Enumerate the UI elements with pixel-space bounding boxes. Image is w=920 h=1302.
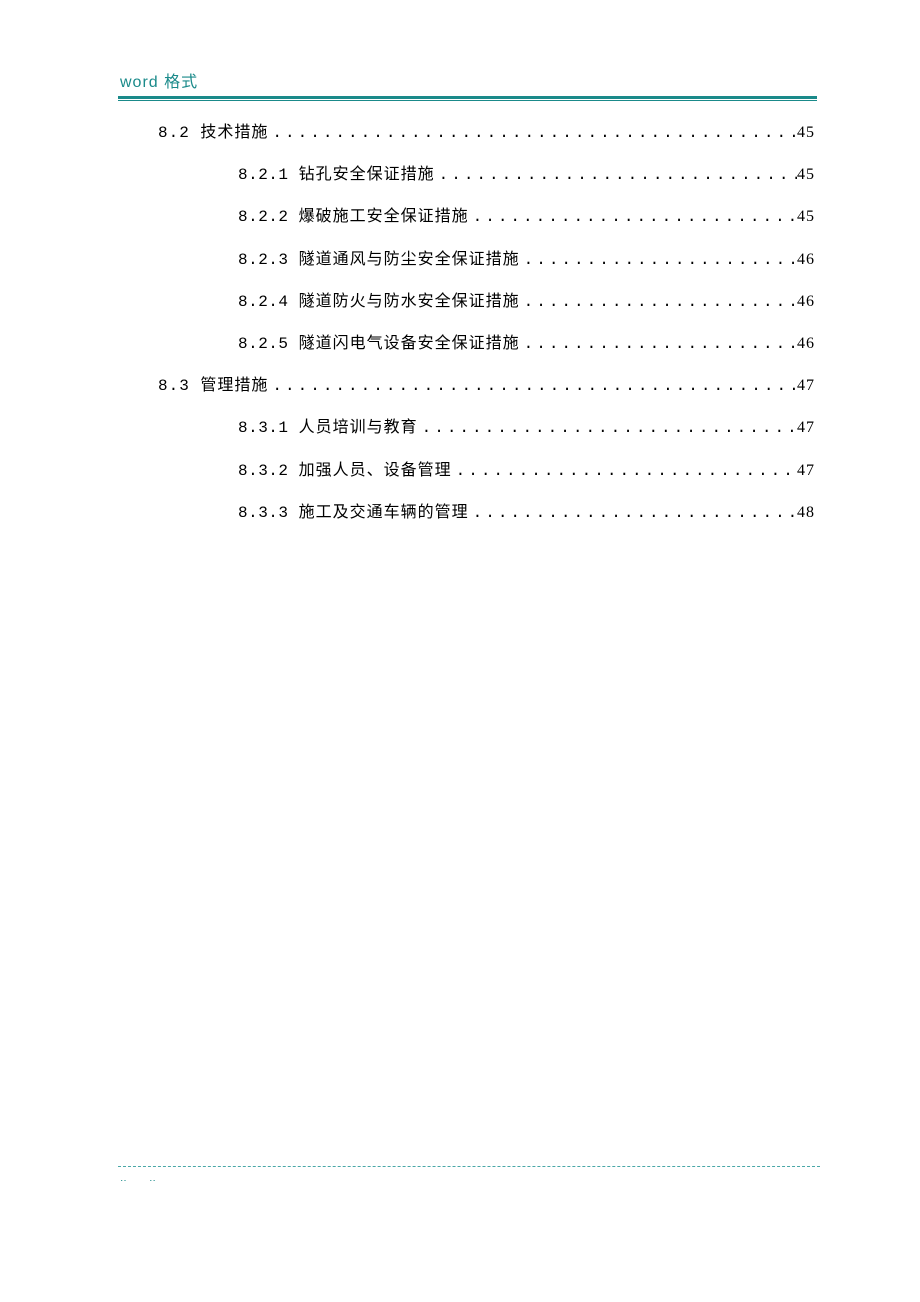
toc-entry: 8.3.3 施工及交通车辆的管理 .......................… [120,503,815,523]
toc-page-number: 46 [797,250,815,269]
toc-entry: 8.2.3 隧道通风与防尘安全保证措施 ....................… [120,250,815,270]
toc-leader-dots: ........................................… [469,208,797,227]
toc-number: 8.3.2 [238,462,299,481]
toc-page-number: 47 [797,461,815,480]
toc-title: 爆破施工安全保证措施 [299,207,469,226]
toc-entry: 8.2.2 爆破施工安全保证措施 .......................… [120,207,815,227]
toc-page-number: 47 [797,418,815,437]
toc-page-number: 46 [797,292,815,311]
toc-entry: 8.2.1 钻孔安全保证措施 .........................… [120,165,815,185]
toc-number: 8.3 [158,377,200,396]
toc-number: 8.2 [158,124,200,143]
toc-title: 隧道通风与防尘安全保证措施 [299,250,520,269]
toc-number: 8.2.5 [238,335,299,354]
toc-entry: 8.2.4 隧道防火与防水安全保证措施 ....................… [120,292,815,312]
table-of-contents: 8.2 技术措施 ...............................… [120,123,815,523]
toc-number: 8.3.1 [238,419,299,438]
toc-number: 8.2.2 [238,208,299,227]
toc-leader-dots: ........................................… [520,251,797,270]
toc-title: 管理措施 [200,376,268,395]
page-footer: ‥ ‥ [118,1166,820,1184]
toc-leader-dots: ........................................… [435,166,797,185]
toc-leader-dots: ........................................… [520,335,797,354]
toc-entry: 8.2 技术措施 ...............................… [120,123,815,143]
toc-page-number: 46 [797,334,815,353]
header-label: word 格式 [120,68,815,92]
toc-leader-dots: ........................................… [268,124,797,143]
toc-page-number: 45 [797,165,815,184]
header-rule [118,96,817,101]
toc-page-number: 45 [797,123,815,142]
footer-marks: ‥ ‥ [120,1173,820,1184]
toc-leader-dots: ........................................… [418,419,797,438]
toc-page-number: 48 [797,503,815,522]
toc-entry: 8.3.1 人员培训与教育 ..........................… [120,418,815,438]
toc-number: 8.3.3 [238,504,299,523]
toc-page-number: 47 [797,376,815,395]
toc-title: 加强人员、设备管理 [299,461,452,480]
toc-page-number: 45 [797,207,815,226]
toc-number: 8.2.3 [238,251,299,270]
toc-title: 人员培训与教育 [299,418,418,437]
toc-number: 8.2.1 [238,166,299,185]
toc-title: 施工及交通车辆的管理 [299,503,469,522]
document-page: word 格式 8.2 技术措施 .......................… [0,0,920,523]
toc-entry: 8.3.2 加强人员、设备管理 ........................… [120,461,815,481]
toc-title: 钻孔安全保证措施 [299,165,435,184]
toc-leader-dots: ........................................… [268,377,797,396]
toc-leader-dots: ........................................… [520,293,797,312]
toc-number: 8.2.4 [238,293,299,312]
toc-title: 技术措施 [200,123,268,142]
toc-entry: 8.2.5 隧道闪电气设备安全保证措施 ....................… [120,334,815,354]
footer-rule [118,1166,820,1167]
toc-leader-dots: ........................................… [469,504,797,523]
toc-leader-dots: ........................................… [452,462,797,481]
toc-title: 隧道防火与防水安全保证措施 [299,292,520,311]
toc-title: 隧道闪电气设备安全保证措施 [299,334,520,353]
toc-entry: 8.3 管理措施 ...............................… [120,376,815,396]
